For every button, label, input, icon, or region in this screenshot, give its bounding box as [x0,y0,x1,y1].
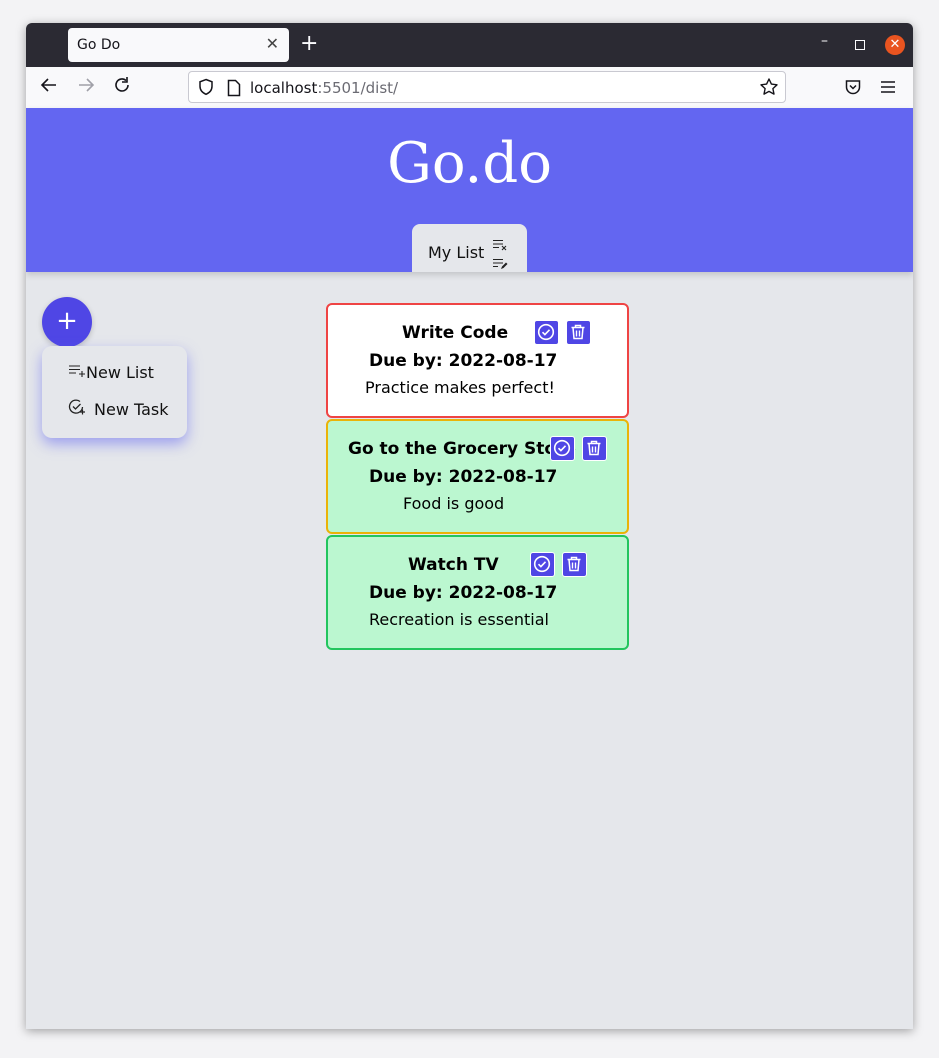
task-description: Recreation is essential [369,610,549,629]
browser-tab[interactable]: Go Do ✕ [68,28,289,62]
tab-close-icon[interactable]: ✕ [266,34,279,53]
shield-icon[interactable] [197,78,215,100]
minimize-icon[interactable]: – [821,33,828,49]
navigation-bar: localhost:5501/dist/ [26,67,913,109]
add-menu: New List New Task [42,346,187,438]
task-card: Write Code Due by: 2022-08-17 Practice m… [326,303,629,418]
new-task-menu-item[interactable]: New Task [68,398,169,420]
task-title: Write Code [402,323,509,343]
reload-icon[interactable] [113,76,131,99]
check-circle-add-icon [68,398,86,420]
list-tab-label: My List [428,243,485,262]
new-list-menu-item[interactable]: New List [68,363,154,382]
page-info-icon[interactable] [226,79,242,101]
delete-task-button[interactable] [566,320,591,345]
complete-task-button[interactable] [534,320,559,345]
app-title: Go.do [387,131,552,196]
task-card: Go to the Grocery Store Due by: 2022-08-… [326,419,629,534]
tab-strip: Go Do ✕ + – ✕ [26,23,913,67]
task-due-date: Due by: 2022-08-17 [369,351,558,371]
task-description: Practice makes perfect! [365,378,555,397]
browser-window: Go Do ✕ + – ✕ localhost:5501/dist/ Go.do… [26,23,913,1029]
list-tab-my-list[interactable]: My List [412,224,527,272]
task-card: Watch TV Due by: 2022-08-17 Recreation i… [326,535,629,650]
task-due-date: Due by: 2022-08-17 [369,583,558,603]
complete-task-button[interactable] [530,552,555,577]
new-list-label: New List [86,363,154,382]
clear-list-icon[interactable] [492,236,508,255]
task-title: Go to the Grocery Store [348,439,576,459]
new-task-label: New Task [94,399,169,419]
url-text: localhost:5501/dist/ [250,79,399,97]
delete-task-button[interactable] [562,552,587,577]
task-title: Watch TV [408,555,499,575]
maximize-icon[interactable] [855,40,865,50]
back-arrow-icon[interactable] [40,76,58,99]
tab-title: Go Do [77,37,121,53]
task-due-date: Due by: 2022-08-17 [369,467,558,487]
app-page: Go.do My List + New List New Task Write … [26,108,913,1029]
delete-task-button[interactable] [582,436,607,461]
pocket-icon[interactable] [844,78,862,100]
task-description: Food is good [403,494,505,513]
new-tab-button[interactable]: + [300,32,318,56]
address-bar[interactable]: localhost:5501/dist/ [188,71,786,103]
hamburger-menu-icon[interactable] [880,79,896,98]
app-header: Go.do My List [26,108,913,272]
forward-arrow-icon[interactable] [77,76,95,99]
bookmark-star-icon[interactable] [759,77,779,101]
add-fab-button[interactable]: + [42,297,92,347]
edit-list-icon[interactable] [492,255,508,274]
playlist-add-icon [68,363,86,382]
window-close-icon[interactable]: ✕ [885,35,905,55]
complete-task-button[interactable] [550,436,575,461]
